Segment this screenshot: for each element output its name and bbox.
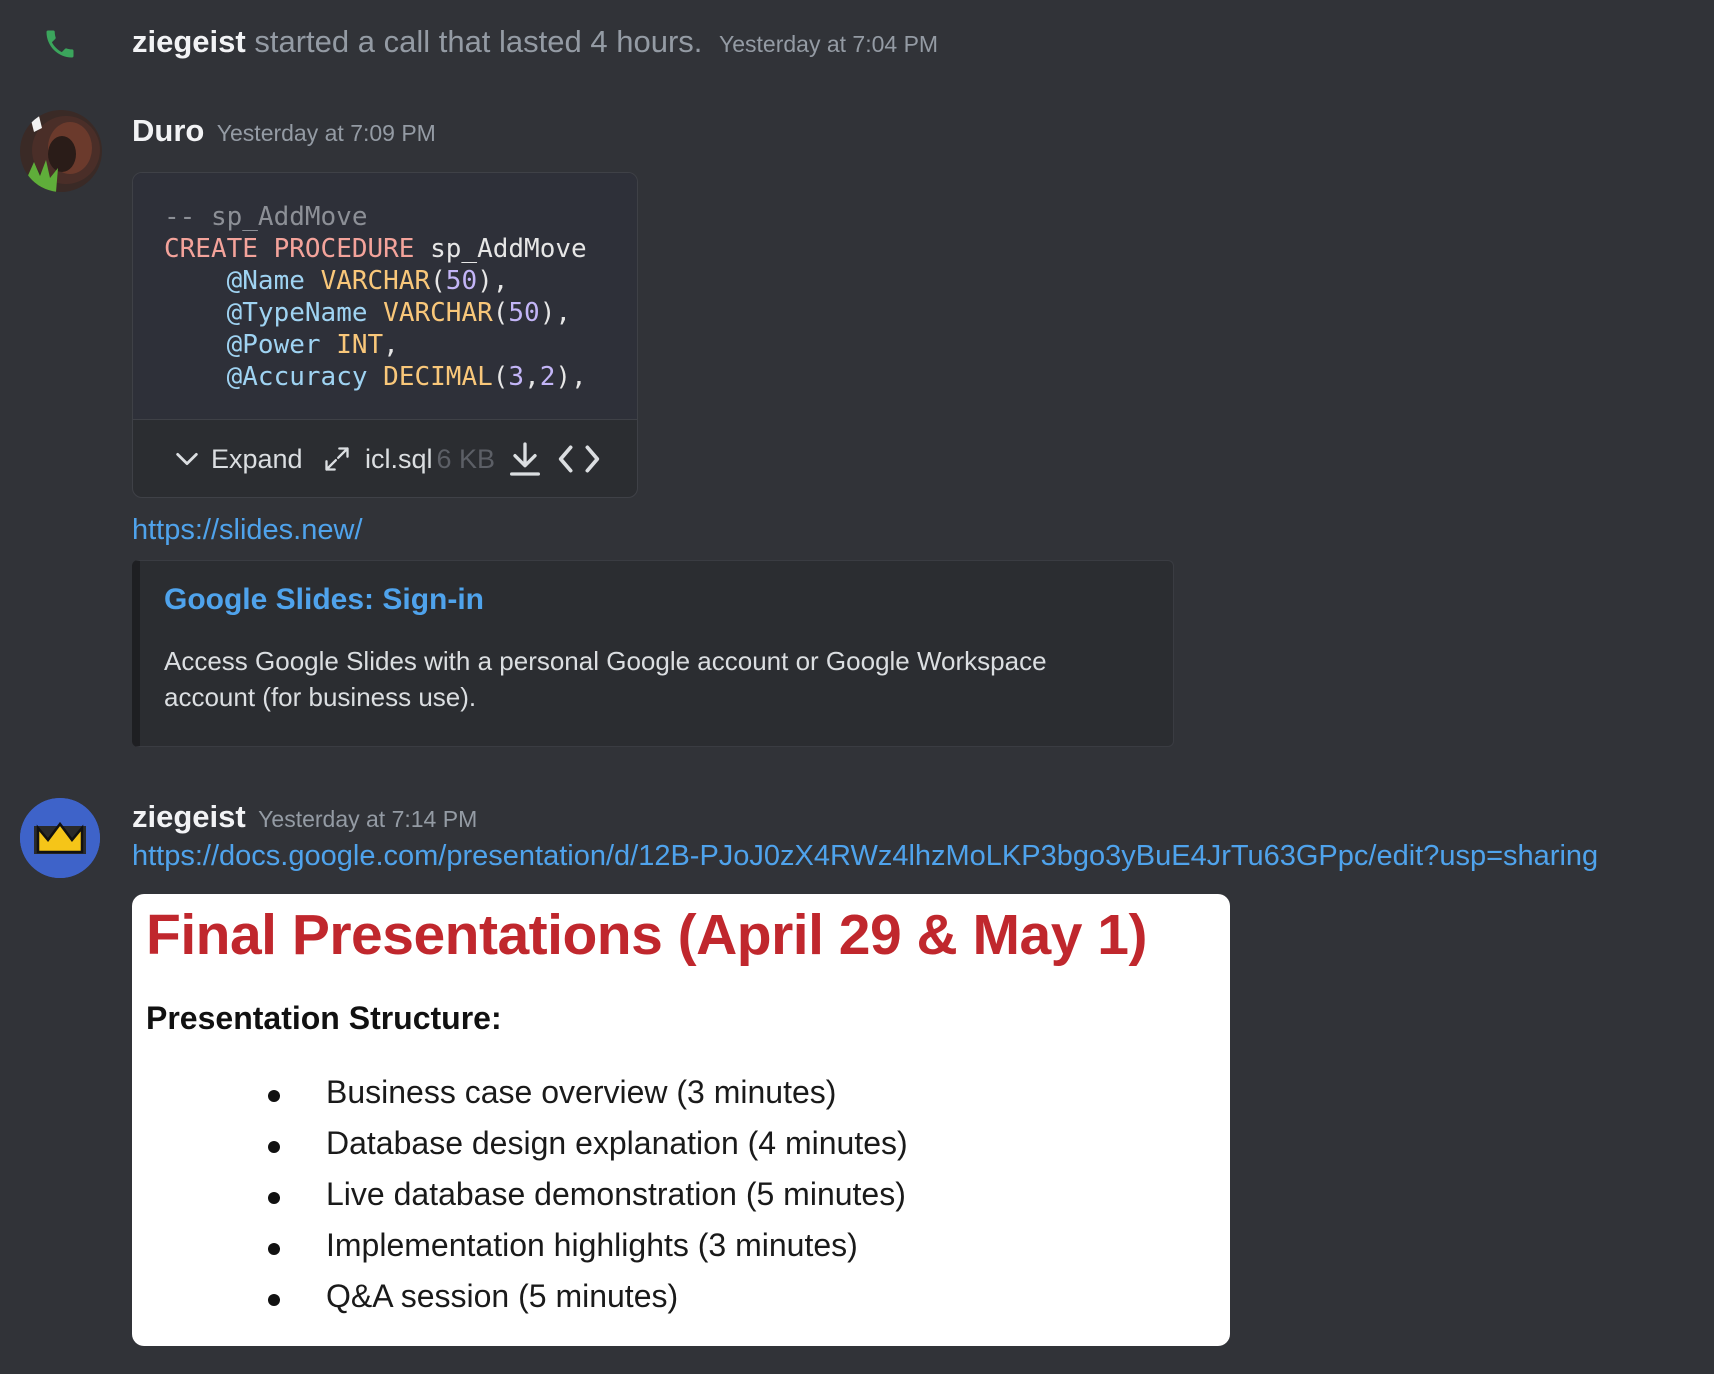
author-name[interactable]: Duro (132, 113, 204, 148)
bullet-dot-icon (268, 1243, 280, 1255)
download-icon (510, 442, 540, 476)
expand-button[interactable]: Expand (173, 419, 303, 497)
file-size: 6 KB (436, 443, 496, 474)
code-line: @Power INT, (226, 330, 399, 360)
bullet-dot-icon (268, 1294, 280, 1306)
image-attachment[interactable]: Final Presentations (April 29 & May 1) P… (132, 894, 1230, 1346)
code-brackets-icon (558, 445, 600, 473)
expand-arrows-icon (325, 447, 349, 471)
code-preview: -- sp_AddMove CREATE PROCEDURE sp_AddMov… (133, 173, 637, 420)
download-button[interactable] (505, 419, 545, 497)
author-name[interactable]: ziegeist (132, 799, 246, 834)
bullet-text: Q&A session (5 minutes) (326, 1278, 679, 1314)
call-timestamp[interactable]: Yesterday at 7:04 PM (719, 31, 938, 57)
link-embed: Google Slides: Sign-in Access Google Sli… (132, 560, 1174, 747)
message-link[interactable]: https://slides.new/ (132, 514, 363, 547)
expand-label: Expand (211, 443, 303, 474)
message-link[interactable]: https://docs.google.com/presentation/d/1… (132, 840, 1598, 873)
call-text: started a call that lasted 4 hours. (254, 24, 703, 59)
bullet-text: Live database demonstration (5 minutes) (326, 1176, 906, 1212)
avatar-ziegeist[interactable] (20, 798, 100, 878)
bullet-text: Business case overview (3 minutes) (326, 1074, 837, 1110)
call-system-message: ziegeist started a call that lasted 4 ho… (132, 20, 938, 66)
fullscreen-button[interactable] (323, 419, 351, 497)
chevron-down-icon (176, 452, 198, 466)
slide-subtitle: Presentation Structure: (146, 1000, 502, 1036)
file-name[interactable]: icl.sql 6 KB (365, 419, 496, 497)
slide-title: Final Presentations (April 29 & May 1) (146, 903, 1147, 967)
embed-title[interactable]: Google Slides: Sign-in (164, 583, 484, 617)
code-line: @Accuracy DECIMAL(3,2), (226, 362, 587, 392)
view-source-button[interactable] (557, 419, 601, 497)
code-line: -- sp_AddMove (164, 202, 368, 232)
avatar-duro[interactable] (20, 110, 102, 192)
message-header-ziegeist: ziegeist Yesterday at 7:14 PM (132, 795, 477, 845)
bullet-dot-icon (268, 1090, 280, 1102)
call-username[interactable]: ziegeist (132, 24, 246, 59)
embed-description: Access Google Slides with a personal Goo… (164, 646, 1047, 712)
bullet-dot-icon (268, 1192, 280, 1204)
code-file-attachment: -- sp_AddMove CREATE PROCEDURE sp_AddMov… (132, 172, 638, 498)
message-header-duro: Duro Yesterday at 7:09 PM (132, 109, 436, 159)
bullet-text: Implementation highlights (3 minutes) (326, 1227, 858, 1263)
code-line: CREATE PROCEDURE sp_AddMove (164, 234, 587, 264)
code-line: @TypeName VARCHAR(50), (226, 298, 572, 328)
message-timestamp[interactable]: Yesterday at 7:09 PM (217, 120, 436, 146)
file-name-label: icl.sql (365, 443, 433, 474)
bullet-text: Database design explanation (4 minutes) (326, 1125, 908, 1161)
code-line: @Name VARCHAR(50), (226, 266, 509, 296)
attachment-footer: Expand icl.sql 6 KB (133, 419, 637, 497)
message-timestamp[interactable]: Yesterday at 7:14 PM (258, 806, 477, 832)
phone-call-icon (42, 26, 78, 62)
bullet-dot-icon (268, 1141, 280, 1153)
code-block: -- sp_AddMove CREATE PROCEDURE sp_AddMov… (164, 201, 587, 393)
